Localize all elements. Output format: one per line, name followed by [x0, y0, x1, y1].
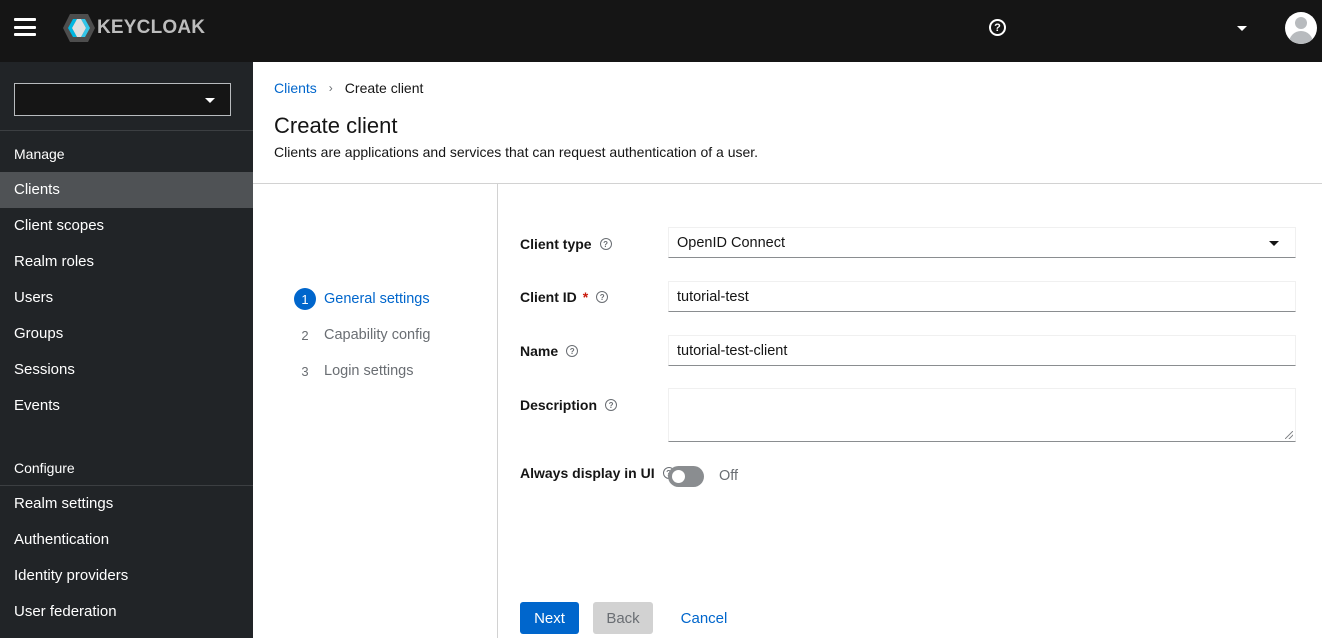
client-type-value: OpenID Connect — [677, 234, 786, 251]
next-button[interactable]: Next — [520, 602, 579, 634]
toggle-state-text: Off — [719, 468, 739, 484]
sidebar-divider — [0, 130, 253, 131]
client-id-label-text: Client ID — [520, 289, 577, 305]
avatar[interactable] — [1285, 12, 1317, 44]
help-icon[interactable]: ? — [599, 238, 612, 250]
client-type-label-text: Client type — [520, 236, 592, 252]
help-icon[interactable]: ? — [605, 399, 618, 411]
keycloak-logo[interactable]: KEYCLOAK — [62, 13, 205, 43]
name-label-text: Name — [520, 343, 559, 359]
main-content: Clients › Create client Create client Cl… — [253, 62, 1322, 638]
step-number: 3 — [301, 363, 309, 379]
sidebar-item-identity-providers[interactable]: Identity providers — [0, 558, 253, 594]
name-input[interactable]: tutorial-test-client — [668, 335, 1296, 366]
chevron-down-icon — [205, 98, 215, 103]
step-number: 1 — [294, 288, 316, 310]
sidebar-item-user-federation[interactable]: User federation — [0, 594, 253, 630]
description-textarea[interactable] — [668, 388, 1296, 442]
keycloak-hex-icon — [63, 14, 95, 42]
sidebar-item-realm-settings[interactable]: Realm settings — [0, 486, 253, 522]
breadcrumb-clients-link[interactable]: Clients — [274, 80, 317, 96]
masthead: KEYCLOAK ? — [0, 0, 1322, 62]
page-title: Create client — [274, 113, 398, 138]
description-label-text: Description — [520, 397, 598, 413]
page-description: Clients are applications and services th… — [274, 144, 759, 160]
client-type-select[interactable]: OpenID Connect — [668, 227, 1296, 258]
sidebar-item-client-scopes[interactable]: Client scopes — [0, 208, 253, 244]
wizard-nav: 1 General settings 2 Capability config 3… — [253, 184, 498, 638]
brand-name: KEYCLOAK — [97, 17, 206, 38]
step-number: 2 — [301, 327, 309, 343]
help-icon[interactable]: ? — [596, 291, 609, 303]
client-id-label: Client ID * ? — [520, 289, 609, 305]
step-label: Capability config — [324, 327, 431, 343]
name-label: Name ? — [520, 343, 579, 359]
sidebar-item-clients[interactable]: Clients — [0, 172, 253, 208]
breadcrumb-separator-icon: › — [328, 81, 333, 95]
resize-handle-icon[interactable] — [1285, 431, 1293, 439]
realm-selector[interactable] — [14, 83, 231, 116]
avatar-head — [1295, 17, 1307, 29]
step-label: General settings — [324, 291, 430, 307]
always-display-toggle[interactable] — [668, 466, 704, 487]
nav-section-configure: Configure — [14, 460, 75, 476]
back-button[interactable]: Back — [593, 602, 653, 634]
breadcrumb-current: Create client — [344, 80, 424, 96]
caret-down-icon — [1269, 241, 1279, 246]
sidebar-item-users[interactable]: Users — [0, 280, 253, 316]
always-display-label: Always display in UI ? — [520, 465, 675, 481]
user-menu-caret-icon[interactable] — [1237, 26, 1247, 31]
sidebar: Manage Clients Client scopes Realm roles… — [0, 62, 253, 638]
avatar-body — [1289, 31, 1313, 44]
nav-section-manage: Manage — [14, 146, 65, 162]
sidebar-item-groups[interactable]: Groups — [0, 316, 253, 352]
step-label: Login settings — [324, 363, 414, 379]
hamburger-menu-icon[interactable] — [14, 18, 36, 36]
sidebar-item-sessions[interactable]: Sessions — [0, 352, 253, 388]
toggle-knob — [672, 470, 685, 483]
sidebar-item-authentication[interactable]: Authentication — [0, 522, 253, 558]
description-label: Description ? — [520, 397, 618, 413]
client-id-input[interactable]: tutorial-test — [668, 281, 1296, 312]
help-icon[interactable]: ? — [989, 19, 1006, 36]
wizard-step-login-settings[interactable]: 3 Login settings — [294, 360, 413, 382]
sidebar-item-realm-roles[interactable]: Realm roles — [0, 244, 253, 280]
required-asterisk: * — [582, 289, 589, 305]
sidebar-item-events[interactable]: Events — [0, 388, 253, 424]
client-type-label: Client type ? — [520, 236, 612, 252]
help-glyph: ? — [994, 21, 1001, 34]
cancel-button[interactable]: Cancel — [674, 602, 734, 634]
wizard-step-capability-config[interactable]: 2 Capability config — [294, 324, 430, 346]
wizard-step-general-settings[interactable]: 1 General settings — [294, 288, 430, 310]
help-icon[interactable]: ? — [566, 345, 579, 357]
breadcrumb: Clients › Create client — [274, 80, 423, 96]
always-display-label-text: Always display in UI — [520, 465, 655, 481]
